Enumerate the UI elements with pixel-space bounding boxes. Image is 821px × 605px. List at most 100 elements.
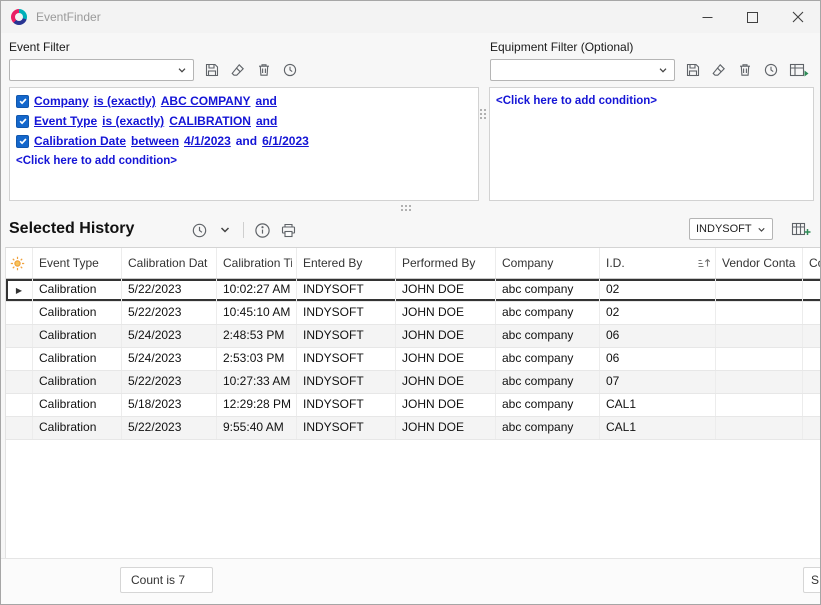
maximize-button[interactable] bbox=[730, 1, 775, 33]
grid-cell[interactable]: abc company bbox=[496, 371, 600, 393]
grid-cell[interactable]: 2:48:53 PM bbox=[217, 325, 297, 347]
grid-cell[interactable]: 2:53:03 PM bbox=[217, 348, 297, 370]
grid-row[interactable]: Calibration5/24/20232:53:03 PMINDYSOFTJO… bbox=[6, 348, 821, 371]
grid-cell[interactable] bbox=[803, 371, 821, 393]
grid-cell[interactable]: abc company bbox=[496, 348, 600, 370]
grid-cell[interactable]: CAL1 bbox=[600, 417, 716, 439]
condition-conjunction-link[interactable]: and bbox=[256, 114, 277, 128]
history-print-button[interactable] bbox=[276, 218, 300, 242]
row-indicator[interactable] bbox=[6, 348, 33, 370]
row-indicator[interactable] bbox=[6, 325, 33, 347]
grid-cell[interactable]: Calibration bbox=[33, 325, 122, 347]
equipment-filter-combo[interactable] bbox=[490, 59, 675, 81]
grid-cell[interactable]: 5/24/2023 bbox=[122, 348, 217, 370]
delete-event-filter-button[interactable] bbox=[252, 58, 276, 82]
grid-cell[interactable]: 07 bbox=[600, 371, 716, 393]
grid-cell[interactable]: 02 bbox=[600, 302, 716, 324]
grid-cell[interactable]: abc company bbox=[496, 394, 600, 416]
grid-cell[interactable]: 5/22/2023 bbox=[122, 371, 217, 393]
column-header-calibration-date[interactable]: Calibration Dat bbox=[122, 248, 217, 278]
column-header-entered-by[interactable]: Entered By bbox=[297, 248, 396, 278]
condition-value-link[interactable]: CALIBRATION bbox=[169, 114, 251, 128]
grid-cell[interactable]: JOHN DOE bbox=[396, 394, 496, 416]
grid-cell[interactable] bbox=[716, 325, 803, 347]
minimize-button[interactable] bbox=[685, 1, 730, 33]
grid-cell[interactable]: 5/18/2023 bbox=[122, 394, 217, 416]
add-equipment-condition-link[interactable]: <Click here to add condition> bbox=[496, 95, 657, 107]
condition-operator-link[interactable]: is (exactly) bbox=[102, 114, 164, 128]
condition-checkbox[interactable] bbox=[16, 115, 29, 128]
grid-cell[interactable]: abc company bbox=[496, 279, 600, 301]
condition-conjunction-link[interactable]: and bbox=[256, 94, 277, 108]
grid-cell[interactable]: INDYSOFT bbox=[297, 417, 396, 439]
grid-cell[interactable]: JOHN DOE bbox=[396, 302, 496, 324]
equipment-list-button[interactable] bbox=[785, 58, 813, 82]
grid-cell[interactable]: INDYSOFT bbox=[297, 302, 396, 324]
grid-cell[interactable]: INDYSOFT bbox=[297, 348, 396, 370]
column-header-event-type[interactable]: Event Type bbox=[33, 248, 122, 278]
search-button-partial[interactable]: S bbox=[803, 567, 821, 593]
grid-cell[interactable]: 02 bbox=[600, 279, 716, 301]
row-indicator[interactable] bbox=[6, 394, 33, 416]
condition-checkbox[interactable] bbox=[16, 135, 29, 148]
column-header-vendor-contact[interactable]: Vendor Conta bbox=[716, 248, 803, 278]
grid-cell[interactable]: abc company bbox=[496, 302, 600, 324]
add-condition-link[interactable]: <Click here to add condition> bbox=[16, 155, 177, 167]
column-header-co[interactable]: Co bbox=[803, 248, 821, 278]
save-event-filter-button[interactable] bbox=[200, 58, 224, 82]
grid-cell[interactable] bbox=[803, 348, 821, 370]
vertical-splitter-grip[interactable] bbox=[480, 109, 486, 119]
grid-cell[interactable]: JOHN DOE bbox=[396, 325, 496, 347]
clear-equipment-filter-button[interactable] bbox=[707, 58, 731, 82]
grid-cell[interactable]: 10:27:33 AM bbox=[217, 371, 297, 393]
grid-cell[interactable]: abc company bbox=[496, 417, 600, 439]
grid-row[interactable]: Calibration5/24/20232:48:53 PMINDYSOFTJO… bbox=[6, 325, 821, 348]
grid-cell[interactable]: 12:29:28 PM bbox=[217, 394, 297, 416]
row-indicator[interactable]: ▶ bbox=[6, 279, 33, 301]
grid-cell[interactable]: 06 bbox=[600, 325, 716, 347]
event-filter-combo[interactable] bbox=[9, 59, 194, 81]
row-indicator[interactable] bbox=[6, 302, 33, 324]
grid-cell[interactable]: INDYSOFT bbox=[297, 279, 396, 301]
horizontal-splitter-grip[interactable] bbox=[401, 205, 411, 211]
grid-row[interactable]: Calibration5/22/20239:55:40 AMINDYSOFTJO… bbox=[6, 417, 821, 440]
event-filter-history-button[interactable] bbox=[278, 58, 302, 82]
delete-equipment-filter-button[interactable] bbox=[733, 58, 757, 82]
condition-value-from-link[interactable]: 4/1/2023 bbox=[184, 134, 231, 148]
grid-cell[interactable]: Calibration bbox=[33, 348, 122, 370]
condition-field-link[interactable]: Event Type bbox=[34, 114, 97, 128]
grid-row[interactable]: ▶Calibration5/22/202310:02:27 AMINDYSOFT… bbox=[6, 279, 821, 302]
grid-row[interactable]: Calibration5/22/202310:27:33 AMINDYSOFTJ… bbox=[6, 371, 821, 394]
grid-cell[interactable]: Calibration bbox=[33, 371, 122, 393]
condition-value-link[interactable]: ABC COMPANY bbox=[161, 94, 251, 108]
condition-operator-link[interactable]: is (exactly) bbox=[94, 94, 156, 108]
grid-cell[interactable] bbox=[803, 279, 821, 301]
grid-cell[interactable]: JOHN DOE bbox=[396, 417, 496, 439]
grid-cell[interactable] bbox=[716, 279, 803, 301]
row-indicator[interactable] bbox=[6, 417, 33, 439]
grid-cell[interactable] bbox=[803, 302, 821, 324]
grid-row[interactable]: Calibration5/18/202312:29:28 PMINDYSOFTJ… bbox=[6, 394, 821, 417]
grid-cell[interactable] bbox=[716, 371, 803, 393]
grid-cell[interactable]: INDYSOFT bbox=[297, 325, 396, 347]
grid-row[interactable]: Calibration5/22/202310:45:10 AMINDYSOFTJ… bbox=[6, 302, 821, 325]
grid-cell[interactable]: Calibration bbox=[33, 302, 122, 324]
history-expand-button[interactable] bbox=[213, 218, 237, 242]
column-header-performed-by[interactable]: Performed By bbox=[396, 248, 496, 278]
condition-field-link[interactable]: Company bbox=[34, 94, 89, 108]
grid-cell[interactable]: 9:55:40 AM bbox=[217, 417, 297, 439]
equipment-filter-history-button[interactable] bbox=[759, 58, 783, 82]
condition-field-link[interactable]: Calibration Date bbox=[34, 134, 126, 148]
grid-cell[interactable]: INDYSOFT bbox=[297, 394, 396, 416]
grid-cell[interactable]: 5/24/2023 bbox=[122, 325, 217, 347]
grid-cell[interactable]: 5/22/2023 bbox=[122, 279, 217, 301]
condition-checkbox[interactable] bbox=[16, 95, 29, 108]
grid-cell[interactable]: 5/22/2023 bbox=[122, 417, 217, 439]
grid-cell[interactable] bbox=[716, 302, 803, 324]
grid-cell[interactable]: INDYSOFT bbox=[297, 371, 396, 393]
history-info-button[interactable] bbox=[250, 218, 274, 242]
grid-cell[interactable] bbox=[803, 325, 821, 347]
grid-cell[interactable]: CAL1 bbox=[600, 394, 716, 416]
grid-cell[interactable] bbox=[716, 394, 803, 416]
grid-cell[interactable]: Calibration bbox=[33, 394, 122, 416]
